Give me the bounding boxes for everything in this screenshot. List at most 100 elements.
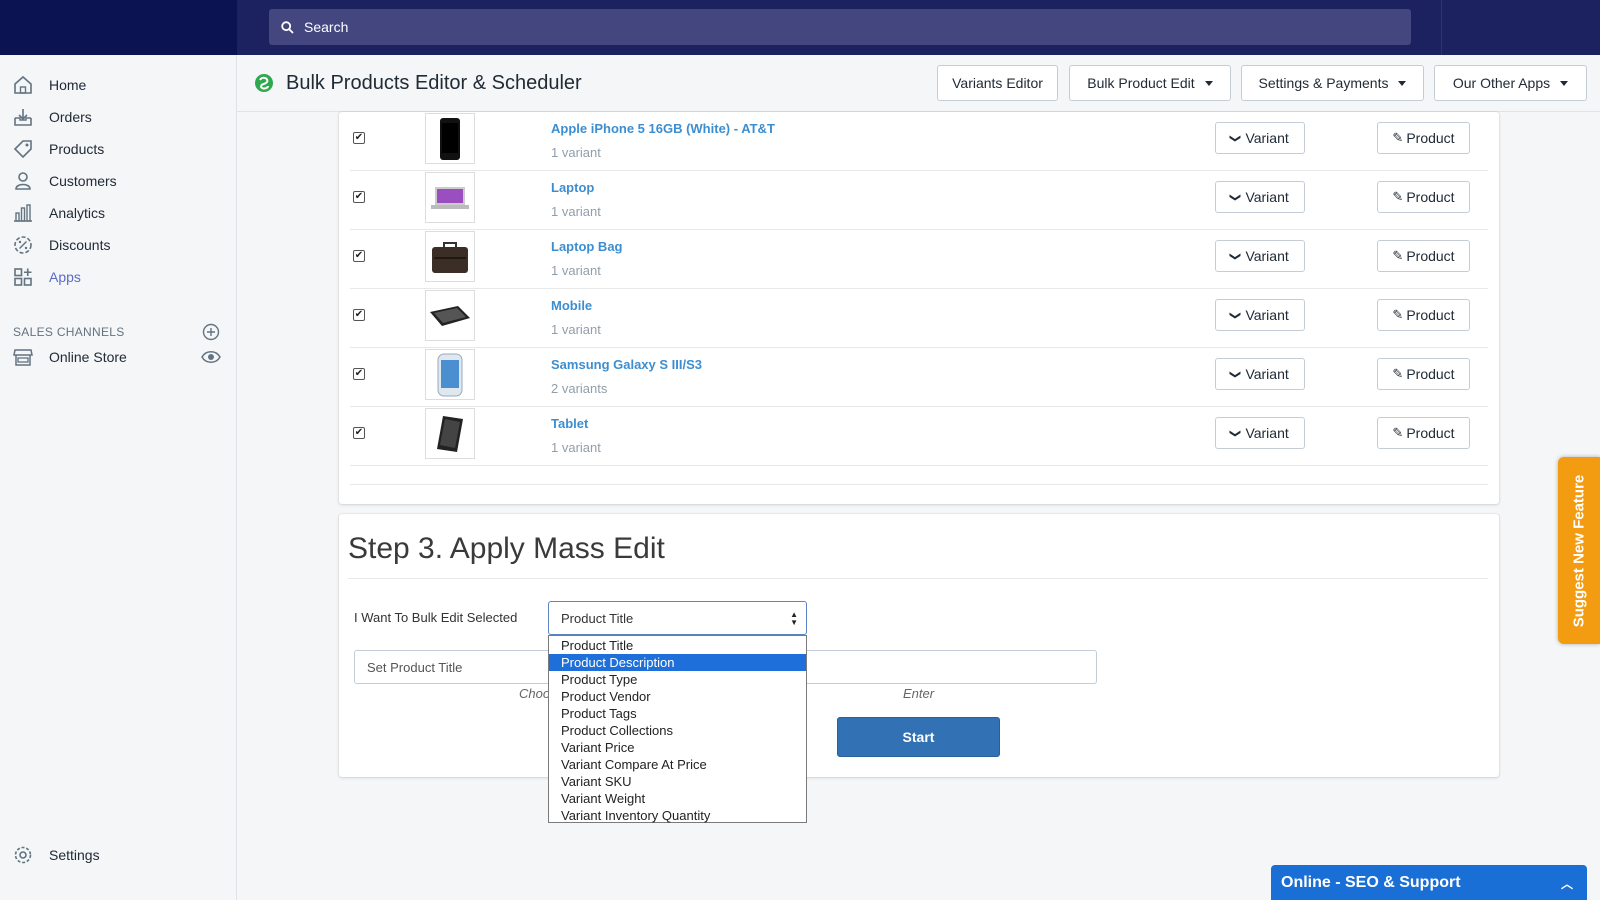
- phone-image: [440, 117, 460, 160]
- edit-product-button[interactable]: ✎ Product: [1377, 299, 1470, 331]
- row-checkbox[interactable]: ✔: [353, 191, 365, 203]
- galaxy-phone-image: [437, 353, 463, 396]
- app-header: Bulk Products Editor & Scheduler Variant…: [237, 55, 1600, 112]
- suggest-feature-tab[interactable]: Suggest New Feature: [1558, 457, 1600, 644]
- select-value: Product Title: [561, 610, 634, 626]
- table-row: ✔ Samsung Galaxy S III/S3 2 variants ❯ Va…: [350, 348, 1488, 407]
- settings-payments-button[interactable]: Settings & Payments: [1241, 65, 1424, 101]
- row-checkbox[interactable]: ✔: [353, 309, 365, 321]
- dropdown-option[interactable]: Variant Price: [549, 739, 806, 756]
- product-thumbnail: [425, 172, 475, 223]
- discount-icon: [14, 236, 32, 254]
- product-thumbnail: [425, 349, 475, 400]
- tablet-image: [437, 415, 463, 452]
- choose-hint: Choo: [519, 686, 551, 701]
- chevron-down-icon: ❯: [1229, 192, 1242, 202]
- edit-product-button[interactable]: ✎ Product: [1377, 122, 1470, 154]
- sidebar-item-products[interactable]: Products: [0, 133, 236, 165]
- search-input[interactable]: Search: [269, 9, 1411, 45]
- sidebar-item-orders[interactable]: Orders: [0, 101, 236, 133]
- dropdown-option[interactable]: Product Type: [549, 671, 806, 688]
- edit-product-button[interactable]: ✎ Product: [1377, 358, 1470, 390]
- pencil-icon: ✎: [1392, 425, 1404, 440]
- dropdown-option[interactable]: Product Tags: [549, 705, 806, 722]
- sidebar-item-apps[interactable]: Apps: [0, 261, 236, 293]
- product-button-label: Product: [1406, 366, 1455, 382]
- sidebar: Home Orders Products Customers Analytics…: [0, 55, 237, 900]
- pencil-icon: ✎: [1392, 189, 1404, 204]
- caret-down-icon: [1560, 80, 1569, 86]
- dropdown-option[interactable]: Product Vendor: [549, 688, 806, 705]
- product-button-label: Product: [1406, 189, 1455, 205]
- row-checkbox[interactable]: ✔: [353, 427, 365, 439]
- product-name-link[interactable]: Mobile: [551, 298, 592, 313]
- table-footer-divider: [350, 484, 1488, 485]
- table-row: ✔ Apple iPhone 5 16GB (White) - AT&T 1 v…: [350, 112, 1488, 171]
- product-button-label: Product: [1406, 307, 1455, 323]
- product-name-link[interactable]: Tablet: [551, 416, 588, 431]
- product-variant-count: 1 variant: [551, 145, 601, 160]
- dropdown-option[interactable]: Variant SKU: [549, 773, 806, 790]
- variant-button[interactable]: ❯ Variant: [1215, 417, 1305, 449]
- variant-button[interactable]: ❯ Variant: [1215, 181, 1305, 213]
- search-icon: [281, 20, 294, 34]
- pencil-icon: ✎: [1392, 366, 1404, 381]
- variant-button-label: Variant: [1245, 189, 1289, 205]
- product-name-link[interactable]: Apple iPhone 5 16GB (White) - AT&T: [551, 121, 775, 136]
- sidebar-item-analytics[interactable]: Analytics: [0, 197, 236, 229]
- add-circle-icon[interactable]: [202, 323, 220, 341]
- product-name-link[interactable]: Laptop Bag: [551, 239, 623, 254]
- sidebar-item-label: Products: [49, 141, 105, 157]
- bulk-product-edit-label: Bulk Product Edit: [1087, 75, 1195, 91]
- sidebar-item-home[interactable]: Home: [0, 69, 236, 101]
- product-name-link[interactable]: Samsung Galaxy S III/S3: [551, 357, 702, 372]
- edit-product-button[interactable]: ✎ Product: [1377, 240, 1470, 272]
- row-checkbox[interactable]: ✔: [353, 132, 365, 144]
- edit-product-button[interactable]: ✎ Product: [1377, 417, 1470, 449]
- select-arrows-icon: ▲ ▼: [790, 610, 798, 627]
- start-button-label: Start: [902, 729, 935, 745]
- dropdown-option[interactable]: Variant Inventory Quantity: [549, 807, 806, 824]
- dropdown-option[interactable]: Product Title: [549, 637, 806, 654]
- variants-editor-button[interactable]: Variants Editor: [937, 65, 1058, 101]
- home-icon: [14, 75, 32, 94]
- chevron-down-icon: ❯: [1229, 133, 1242, 143]
- variant-button-label: Variant: [1245, 366, 1289, 382]
- dropdown-option[interactable]: Variant Weight: [549, 790, 806, 807]
- other-apps-button[interactable]: Our Other Apps: [1434, 65, 1587, 101]
- table-row: ✔ Laptop Bag 1 variant ❯ Variant ✎ Product: [350, 230, 1488, 289]
- sidebar-item-discounts[interactable]: Discounts: [0, 229, 236, 261]
- variant-button[interactable]: ❯ Variant: [1215, 358, 1305, 390]
- row-checkbox[interactable]: ✔: [353, 250, 365, 262]
- sidebar-item-label: Discounts: [49, 237, 111, 253]
- support-chat-bar[interactable]: Online - SEO & Support ︿: [1271, 865, 1587, 900]
- edit-product-button[interactable]: ✎ Product: [1377, 181, 1470, 213]
- variant-button[interactable]: ❯ Variant: [1215, 299, 1305, 331]
- dropdown-option[interactable]: Variant Compare At Price: [549, 756, 806, 773]
- chevron-down-icon: ❯: [1229, 251, 1242, 261]
- pencil-icon: ✎: [1392, 248, 1404, 263]
- sidebar-item-settings[interactable]: Settings: [0, 839, 236, 871]
- variant-button[interactable]: ❯ Variant: [1215, 240, 1305, 272]
- table-row: ✔ Mobile 1 variant ❯ Variant ✎ Product: [350, 289, 1488, 348]
- dropdown-option-highlighted[interactable]: Product Description: [549, 654, 806, 671]
- page-title: Bulk Products Editor & Scheduler: [286, 72, 582, 94]
- start-button[interactable]: Start: [837, 717, 1000, 757]
- bulk-field-select[interactable]: Product Title ▲ ▼: [548, 601, 807, 635]
- caret-down-icon: [1204, 80, 1213, 86]
- store-icon: [13, 349, 33, 366]
- eye-icon[interactable]: [201, 347, 221, 367]
- sidebar-item-label: Customers: [49, 173, 117, 189]
- product-name-link[interactable]: Laptop: [551, 180, 594, 195]
- sidebar-item-customers[interactable]: Customers: [0, 165, 236, 197]
- row-checkbox[interactable]: ✔: [353, 368, 365, 380]
- bulk-product-edit-button[interactable]: Bulk Product Edit: [1069, 65, 1231, 101]
- variant-button-label: Variant: [1245, 425, 1289, 441]
- pencil-icon: ✎: [1392, 130, 1404, 145]
- pencil-icon: ✎: [1392, 307, 1404, 322]
- brand-block: [0, 0, 237, 55]
- variant-button[interactable]: ❯ Variant: [1215, 122, 1305, 154]
- dropdown-option[interactable]: Product Collections: [549, 722, 806, 739]
- variant-button-label: Variant: [1245, 307, 1289, 323]
- table-row: ✔ Laptop 1 variant ❯ Variant ✎ Product: [350, 171, 1488, 230]
